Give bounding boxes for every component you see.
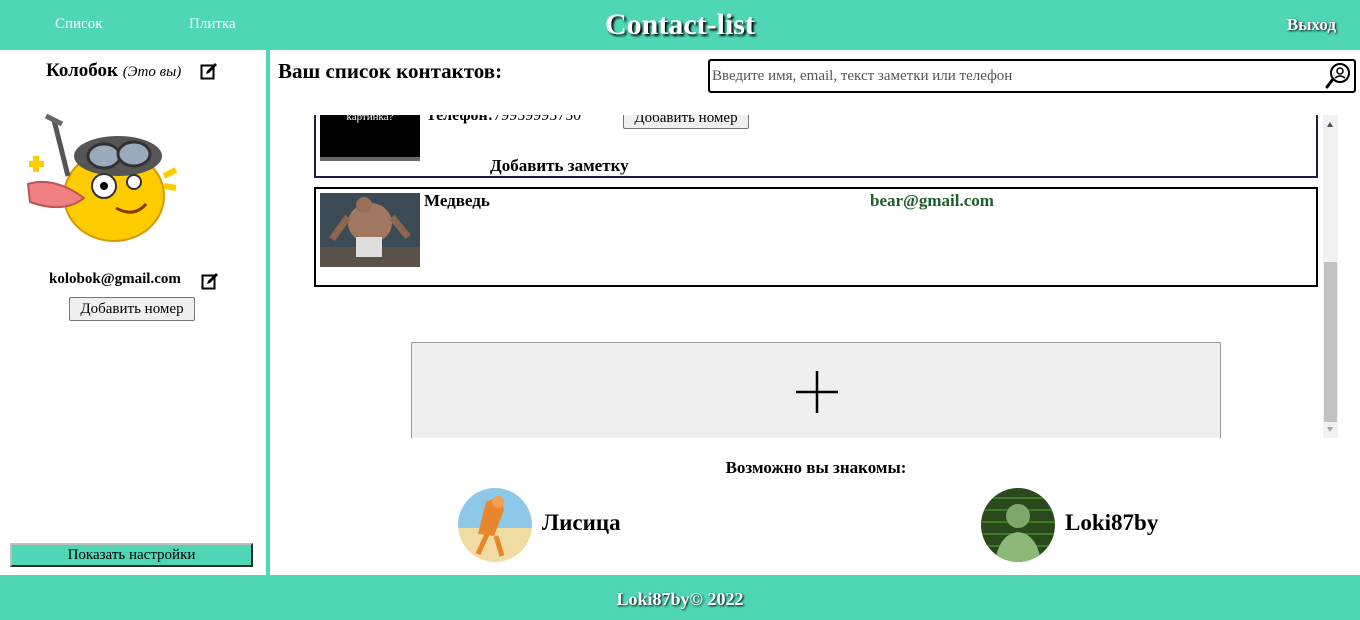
plus-icon xyxy=(796,371,838,413)
contact-email[interactable]: bear@gmail.com xyxy=(870,191,994,211)
contacts-heading: Ваш список контактов: xyxy=(278,59,503,83)
nav-tiles-link[interactable]: Плитка xyxy=(189,16,236,33)
suggestion-name: Loki87by xyxy=(1065,510,1159,535)
suggestion-item[interactable]: Лисица xyxy=(458,488,658,562)
suggestion-avatar xyxy=(981,488,1055,562)
contact-add-number-button[interactable]: Добавить номер xyxy=(623,115,749,129)
scroll-thumb[interactable] xyxy=(1324,262,1337,422)
add-note-link[interactable]: Добавить заметку xyxy=(490,156,629,176)
nav-list-link[interactable]: Список xyxy=(55,16,103,33)
scroll-up-arrow[interactable] xyxy=(1327,122,1333,127)
contact-name: Медведь xyxy=(424,191,490,210)
copyright-text: Loki87by© 2022 xyxy=(616,589,744,609)
search-input[interactable] xyxy=(710,61,1320,91)
profile-add-number-button[interactable]: Добавить номер xyxy=(69,297,195,321)
profile-name: Колобок (Это вы) xyxy=(46,60,181,82)
contact-image: картинка? xyxy=(320,115,420,161)
contact-phone: Телефон:79959993750 xyxy=(426,115,581,125)
header-bar: Список Плитка Contact-list Выход xyxy=(0,0,1360,50)
profile-name-text: Колобок xyxy=(46,60,118,81)
suggestion-item[interactable]: Loki87by xyxy=(981,488,1201,562)
suggestions-heading: Возможно вы знакомы: xyxy=(725,458,907,477)
phone-value: 79959993750 xyxy=(493,115,582,124)
phone-label: Телефон: xyxy=(426,115,494,124)
add-contact-button[interactable] xyxy=(411,342,1221,438)
footer-bar: Loki87by© 2022 xyxy=(0,575,1360,620)
profile-avatar xyxy=(26,113,178,242)
contact-image-caption: картинка? xyxy=(347,115,394,123)
you-label: (Это вы) xyxy=(122,64,182,80)
contact-image xyxy=(320,193,420,267)
show-settings-button[interactable]: Показать настройки xyxy=(10,543,253,567)
search-icon[interactable] xyxy=(1324,62,1352,90)
suggestion-avatar xyxy=(458,488,532,562)
contacts-list[interactable]: картинка? Телефон:79959993750 Добавить н… xyxy=(270,115,1340,438)
edit-email-icon[interactable] xyxy=(201,272,219,290)
suggestion-name: Лисица xyxy=(542,510,621,535)
profile-email: kolobok@gmail.com xyxy=(49,271,181,287)
list-scrollbar[interactable] xyxy=(1323,115,1338,438)
search-bar xyxy=(708,59,1356,93)
contact-card: картинка? Телефон:79959993750 Добавить н… xyxy=(314,115,1318,178)
contact-card: Медведь bear@gmail.com xyxy=(314,187,1318,287)
scroll-down-arrow[interactable] xyxy=(1327,427,1333,432)
logout-link[interactable]: Выход xyxy=(1287,15,1336,35)
edit-name-icon[interactable] xyxy=(200,62,218,80)
